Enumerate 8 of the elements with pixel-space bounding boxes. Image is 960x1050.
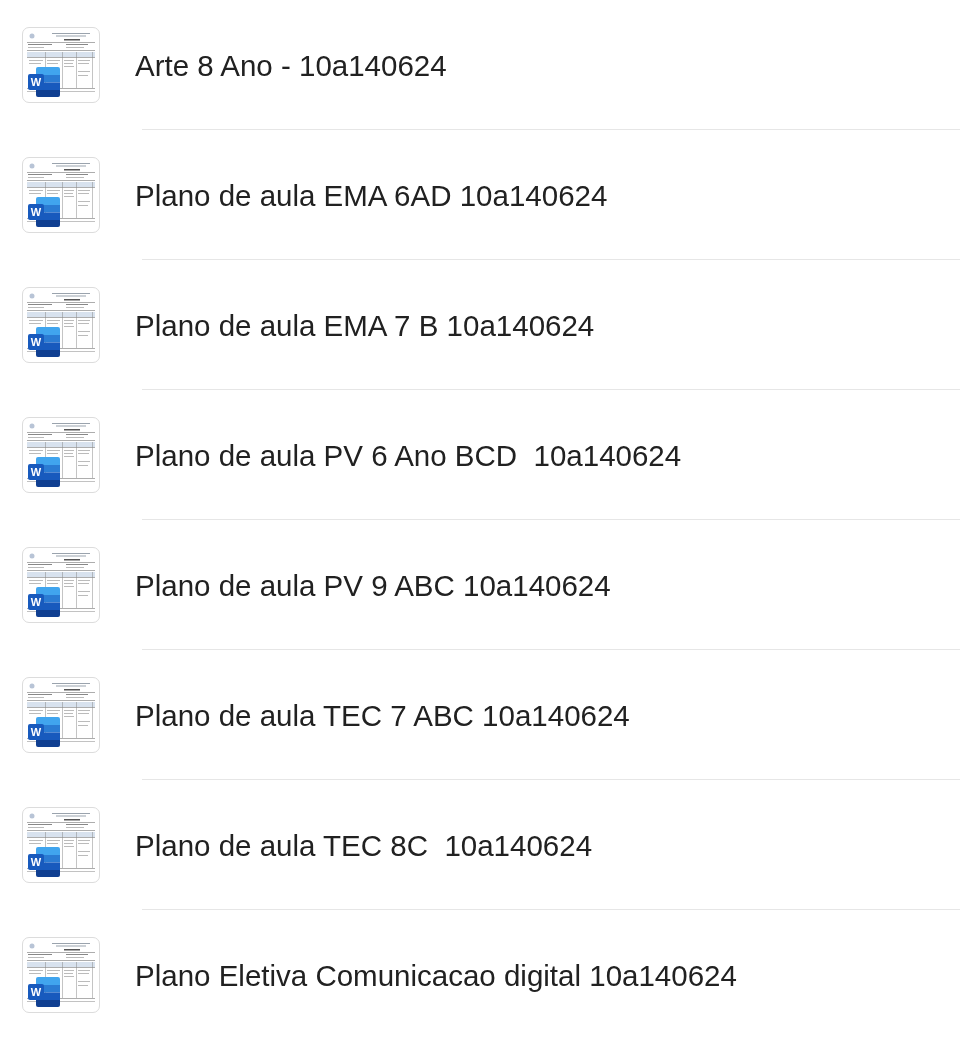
file-name[interactable]: Plano de aula PV 9 ABC 10a140624 [135,567,611,605]
file-name[interactable]: Plano Eletiva Comunicacao digital 10a140624 [135,957,737,995]
file-name[interactable]: Plano de aula EMA 7 B 10a140624 [135,307,595,345]
file-name[interactable]: Plano de aula EMA 6AD 10a140624 [135,177,608,215]
file-name[interactable]: Arte 8 Ano - 10a140624 [135,47,447,85]
file-name[interactable]: Plano de aula TEC 7 ABC 10a140624 [135,697,630,735]
file-name[interactable]: Plano de aula TEC 8C 10a140624 [135,827,593,865]
file-name[interactable]: Plano de aula PV 6 Ano BCD 10a140624 [135,437,682,475]
